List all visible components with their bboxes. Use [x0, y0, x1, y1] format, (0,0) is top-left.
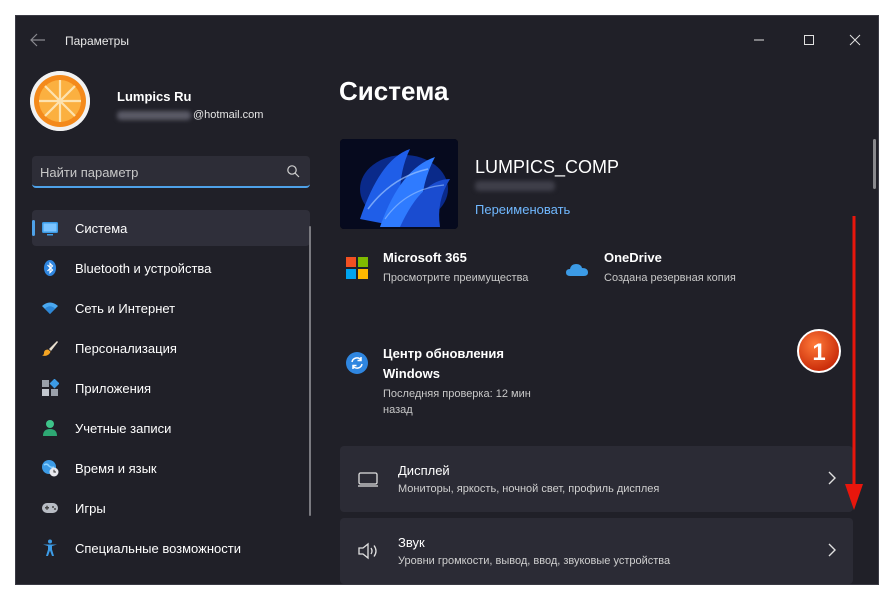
person-icon — [41, 419, 59, 437]
globe-clock-icon — [41, 459, 59, 477]
settings-window: Параметры Lumpics Ru @hotmail.com Найти … — [16, 16, 878, 584]
title-bar: Параметры — [16, 16, 878, 66]
sidebar-item-label: Персонализация — [75, 341, 177, 356]
sidebar-item-label: Учетные записи — [75, 421, 172, 436]
accessibility-icon — [41, 539, 59, 557]
sidebar-item-personalization[interactable]: Персонализация — [32, 330, 310, 366]
sound-card-title: Звук — [398, 535, 425, 550]
orange-slice-icon — [30, 71, 90, 131]
cloud-icon — [566, 259, 588, 281]
user-name: Lumpics Ru — [117, 89, 192, 104]
sound-card-subtitle: Уровни громкости, вывод, ввод, звуковые … — [398, 555, 671, 567]
microsoft-logo-icon — [346, 257, 368, 279]
microsoft-365-title[interactable]: Microsoft 365 — [383, 250, 467, 265]
chevron-right-icon — [827, 543, 837, 557]
sidebar-item-accessibility[interactable]: Специальные возможности — [32, 530, 310, 566]
sidebar-item-label: Время и язык — [75, 461, 157, 476]
monitor-icon — [357, 468, 379, 490]
search-box[interactable] — [32, 156, 310, 188]
search-icon[interactable] — [286, 164, 300, 178]
brush-icon — [41, 339, 59, 357]
display-card-title: Дисплей — [398, 463, 450, 478]
scroll-down-arrow-annotation — [842, 214, 866, 512]
chevron-right-icon — [827, 471, 837, 485]
windows-update-subtitle-line2: назад — [383, 404, 413, 416]
apps-icon — [41, 378, 60, 397]
maximize-button[interactable] — [793, 24, 825, 56]
speaker-icon — [357, 540, 379, 562]
windows-update-title-line2[interactable]: Windows — [383, 366, 440, 381]
onedrive-subtitle: Создана резервная копия — [604, 272, 736, 284]
display-settings-card[interactable]: Дисплей Мониторы, яркость, ночной свет, … — [340, 446, 853, 512]
device-name: LUMPICS_COMP — [475, 157, 620, 177]
bluetooth-icon — [41, 259, 59, 277]
sidebar-item-gaming[interactable]: Игры — [32, 490, 310, 526]
active-indicator — [32, 220, 35, 236]
search-input[interactable] — [40, 163, 270, 181]
blurred-device-model — [475, 181, 555, 191]
sound-settings-card[interactable]: Звук Уровни громкости, вывод, ввод, звук… — [340, 518, 853, 584]
sidebar-item-system[interactable]: Система — [32, 210, 310, 246]
sidebar-nav: Система Bluetooth и устройства Сеть и Ин… — [32, 210, 310, 570]
sidebar-item-network[interactable]: Сеть и Интернет — [32, 290, 310, 326]
sidebar-item-apps[interactable]: Приложения — [32, 370, 310, 406]
page-title: Система — [339, 76, 449, 106]
sidebar-item-label: Система — [75, 221, 128, 236]
wifi-icon — [41, 299, 59, 317]
microsoft-365-subtitle: Просмотрите преимущества — [383, 272, 529, 284]
sidebar-scrollbar[interactable] — [309, 226, 311, 516]
minimize-button[interactable] — [743, 24, 775, 56]
display-icon — [41, 219, 59, 237]
close-button[interactable] — [839, 24, 871, 56]
sidebar-item-label: Bluetooth и устройства — [75, 261, 212, 276]
sidebar-item-accounts[interactable]: Учетные записи — [32, 410, 310, 446]
step-number-badge: 1 — [796, 328, 842, 374]
sidebar-item-label: Приложения — [75, 381, 152, 396]
sidebar-item-time-language[interactable]: Время и язык — [32, 450, 310, 486]
window-title: Параметры — [65, 34, 129, 48]
sidebar-item-bluetooth[interactable]: Bluetooth и устройства — [32, 250, 310, 286]
rename-link[interactable]: Переименовать — [475, 202, 570, 217]
user-email: @hotmail.com — [117, 109, 263, 121]
main-scrollbar[interactable] — [873, 139, 876, 189]
display-card-subtitle: Мониторы, яркость, ночной свет, профиль … — [398, 483, 660, 495]
blurred-email-part — [117, 110, 191, 120]
gamepad-icon — [41, 499, 59, 517]
windows-bloom-wallpaper-icon — [340, 139, 458, 229]
badge-number: 1 — [812, 339, 825, 366]
update-icon — [346, 352, 368, 374]
avatar — [30, 71, 90, 131]
device-wallpaper-thumbnail — [340, 139, 458, 229]
sidebar-item-label: Сеть и Интернет — [75, 301, 176, 316]
sidebar-item-label: Игры — [75, 501, 106, 516]
windows-update-subtitle-line1: Последняя проверка: 12 мин — [383, 388, 531, 400]
back-arrow-icon[interactable] — [30, 33, 48, 47]
onedrive-title[interactable]: OneDrive — [604, 250, 662, 265]
sidebar-item-label: Специальные возможности — [75, 541, 241, 556]
windows-update-title-line1[interactable]: Центр обновления — [383, 346, 504, 361]
